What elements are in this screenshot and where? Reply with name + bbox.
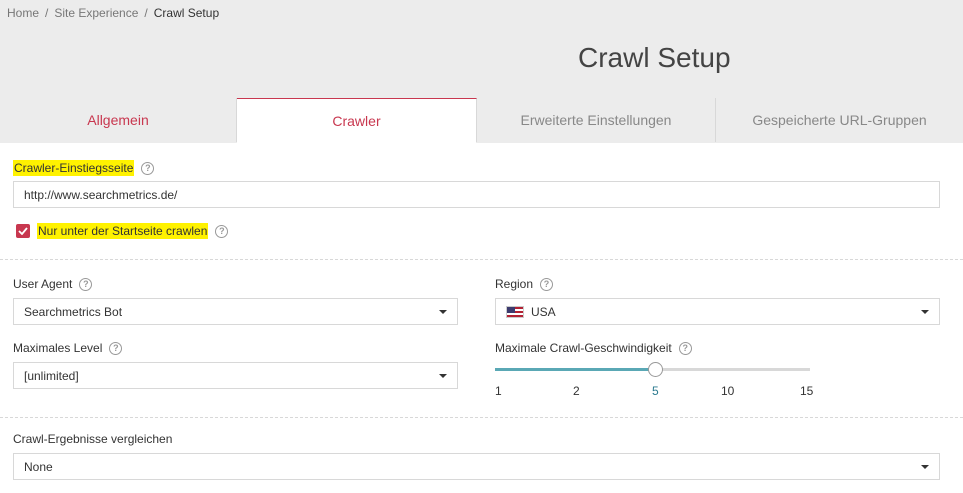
- compare-label: Crawl-Ergebnisse vergleichen: [13, 432, 173, 446]
- max-speed-label-row: Maximale Crawl-Geschwindigkeit ?: [495, 341, 692, 355]
- entry-page-label: Crawler-Einstiegsseite: [13, 160, 135, 176]
- help-icon[interactable]: ?: [79, 277, 93, 291]
- entry-page-label-row: Crawler-Einstiegsseite ?: [13, 160, 155, 176]
- compare-label-row: Crawl-Ergebnisse vergleichen: [13, 432, 172, 446]
- max-level-value: [unlimited]: [24, 368, 79, 383]
- section-divider: [0, 259, 963, 260]
- help-icon[interactable]: ?: [141, 161, 155, 175]
- section-divider: [0, 417, 963, 418]
- crawl-speed-tick[interactable]: 5: [652, 384, 659, 398]
- crawl-speed-tick[interactable]: 1: [495, 384, 502, 398]
- chevron-down-icon: [439, 374, 447, 378]
- us-flag-icon: [506, 305, 524, 318]
- breadcrumb-current: Crawl Setup: [153, 6, 220, 20]
- crawl-speed-slider-handle[interactable]: [648, 362, 663, 377]
- crawl-speed-tick[interactable]: 10: [721, 384, 734, 398]
- checkmark-icon: [18, 227, 28, 235]
- max-level-select[interactable]: [unlimited]: [13, 362, 458, 389]
- user-agent-label-row: User Agent ?: [13, 277, 93, 291]
- tab-bar: Allgemein Crawler Erweiterte Einstellung…: [0, 98, 963, 143]
- user-agent-label: User Agent: [13, 277, 73, 291]
- tab-erweiterte-einstellungen[interactable]: Erweiterte Einstellungen: [477, 98, 716, 142]
- crawl-speed-tick[interactable]: 2: [573, 384, 580, 398]
- crawl-speed-slider-track[interactable]: [495, 362, 810, 377]
- crawl-speed-slider-fill: [495, 368, 655, 371]
- help-icon[interactable]: ?: [678, 341, 692, 355]
- region-select[interactable]: USA: [495, 298, 940, 325]
- breadcrumb-separator: /: [45, 6, 49, 20]
- only-under-start-label-row: Nur unter der Startseite crawlen ?: [37, 223, 229, 239]
- breadcrumb-separator: /: [144, 6, 148, 20]
- region-label-row: Region ?: [495, 277, 554, 291]
- compare-value: None: [24, 459, 53, 474]
- max-level-label: Maximales Level: [13, 341, 103, 355]
- breadcrumb: Home / Site Experience / Crawl Setup: [7, 6, 219, 20]
- page-title: Crawl Setup: [578, 42, 731, 73]
- user-agent-value: Searchmetrics Bot: [24, 304, 123, 319]
- breadcrumb-site-experience[interactable]: Site Experience: [54, 6, 138, 20]
- help-icon[interactable]: ?: [109, 341, 123, 355]
- breadcrumb-home[interactable]: Home: [7, 6, 39, 20]
- max-level-label-row: Maximales Level ?: [13, 341, 123, 355]
- help-icon[interactable]: ?: [540, 277, 554, 291]
- crawl-speed-tick[interactable]: 15: [800, 384, 813, 398]
- user-agent-select[interactable]: Searchmetrics Bot: [13, 298, 458, 325]
- chevron-down-icon: [921, 310, 929, 314]
- compare-select[interactable]: None: [13, 453, 940, 480]
- only-under-start-label[interactable]: Nur unter der Startseite crawlen: [37, 223, 209, 239]
- tab-allgemein[interactable]: Allgemein: [0, 98, 237, 142]
- tab-crawler[interactable]: Crawler: [237, 98, 477, 143]
- help-icon[interactable]: ?: [215, 224, 229, 238]
- chevron-down-icon: [921, 465, 929, 469]
- region-value: USA: [531, 304, 556, 319]
- only-under-start-checkbox[interactable]: [16, 224, 30, 238]
- chevron-down-icon: [439, 310, 447, 314]
- tab-gespeicherte-url-gruppen[interactable]: Gespeicherte URL-Gruppen: [716, 98, 963, 142]
- region-label: Region: [495, 277, 534, 291]
- max-speed-label: Maximale Crawl-Geschwindigkeit: [495, 341, 672, 355]
- entry-page-input[interactable]: http://www.searchmetrics.de/: [13, 181, 940, 208]
